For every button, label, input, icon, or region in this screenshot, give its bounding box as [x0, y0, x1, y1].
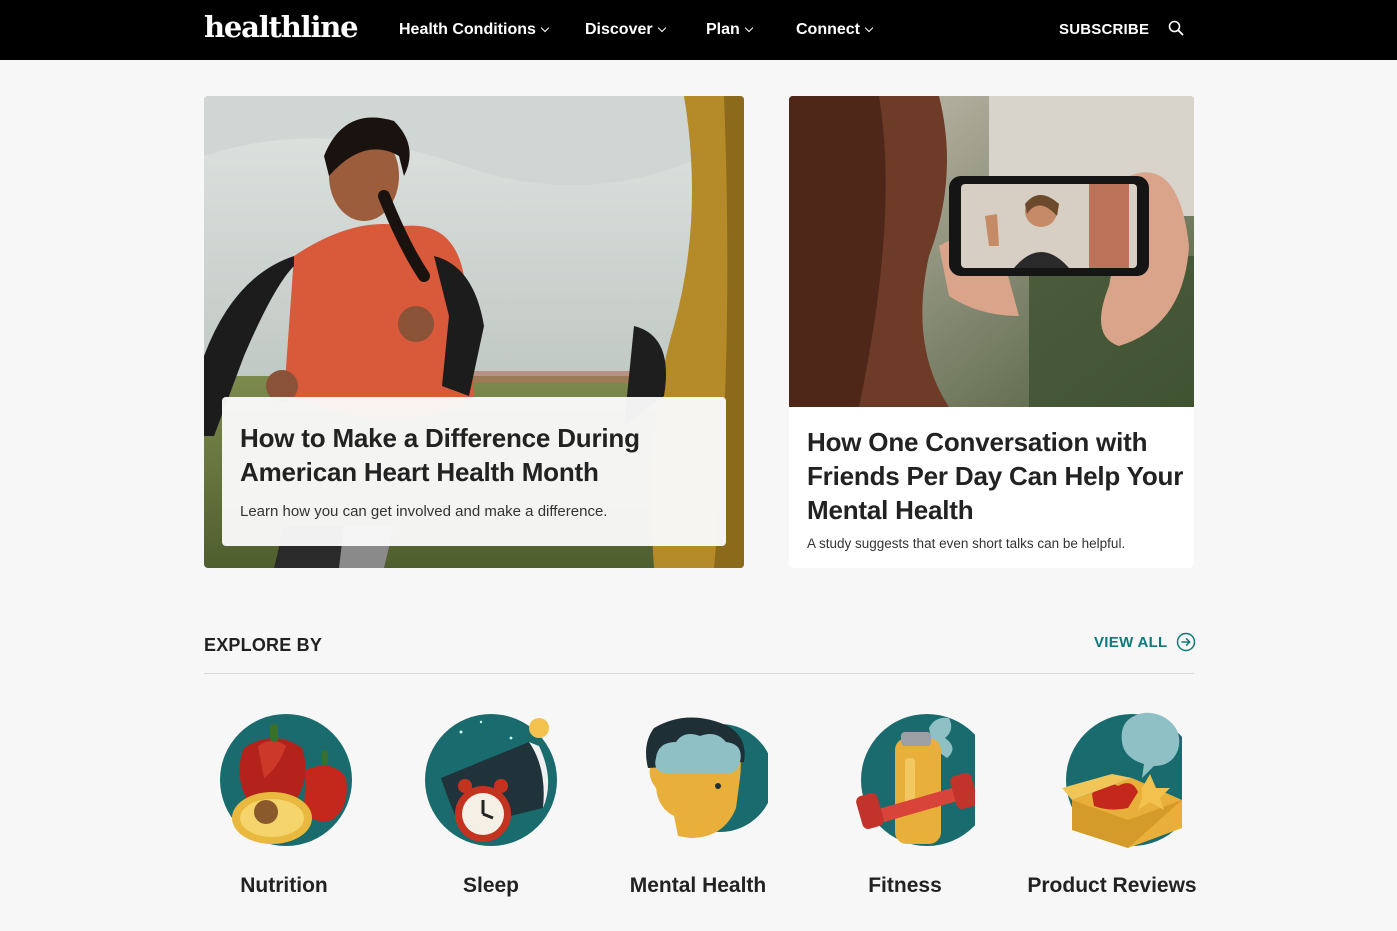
view-all-label: VIEW ALL — [1094, 633, 1168, 651]
category-label: Sleep — [462, 874, 520, 897]
nav-label: Discover — [585, 21, 653, 38]
article-description: Learn how you can get involved and make … — [240, 503, 608, 520]
featured-caption-box: How to Make a Difference During American… — [222, 397, 726, 546]
nav-discover[interactable]: Discover — [585, 21, 666, 39]
category-sleep[interactable]: Sleep — [401, 708, 581, 908]
video-call-phone-image — [789, 96, 1194, 407]
sleep-icon — [425, 714, 557, 846]
category-fitness[interactable]: Fitness — [815, 708, 995, 908]
category-label: Mental Health — [629, 874, 767, 897]
nav-connect[interactable]: Connect — [796, 21, 874, 39]
arrow-right-circle-icon — [1176, 632, 1195, 652]
view-all-link[interactable]: VIEW ALL — [1094, 632, 1196, 652]
featured-article-card-conversation[interactable]: How One Conversation with Friends Per Da… — [789, 96, 1194, 568]
category-product-reviews[interactable]: Product Reviews — [1022, 708, 1202, 908]
section-divider — [204, 673, 1194, 674]
healthline-logo[interactable]: healthline — [204, 10, 359, 44]
featured-article-card-heart-health[interactable]: How to Make a Difference During American… — [204, 96, 744, 568]
nav-label: Connect — [796, 21, 860, 38]
product-reviews-icon — [1062, 712, 1182, 848]
category-nutrition[interactable]: Nutrition — [194, 708, 374, 908]
article-title[interactable]: How to Make a Difference During American… — [240, 421, 708, 489]
category-mental-health[interactable]: Mental Health — [608, 708, 788, 908]
search-icon[interactable] — [1168, 20, 1184, 36]
category-label: Nutrition — [240, 874, 328, 897]
nav-label: Plan — [706, 21, 740, 38]
nutrition-icon — [220, 714, 352, 846]
nav-label: Health Conditions — [399, 21, 536, 38]
top-navigation-bar: healthline Health Conditions Discover Pl… — [0, 0, 1397, 60]
chevron-down-icon — [864, 23, 874, 33]
category-label: Product Reviews — [1027, 874, 1197, 897]
mental-health-icon — [646, 717, 768, 838]
nav-health-conditions[interactable]: Health Conditions — [399, 21, 550, 39]
subscribe-button[interactable]: SUBSCRIBE — [1059, 21, 1149, 38]
fitness-icon — [856, 714, 975, 846]
chevron-down-icon — [744, 23, 754, 33]
explore-by-heading: EXPLORE BY — [204, 635, 323, 655]
chevron-down-icon — [657, 23, 666, 33]
category-label: Fitness — [868, 874, 942, 897]
chevron-down-icon — [540, 23, 550, 33]
article-title[interactable]: How One Conversation with Friends Per Da… — [807, 425, 1187, 527]
article-description: A study suggests that even short talks c… — [807, 536, 1126, 551]
nav-plan[interactable]: Plan — [706, 21, 754, 39]
